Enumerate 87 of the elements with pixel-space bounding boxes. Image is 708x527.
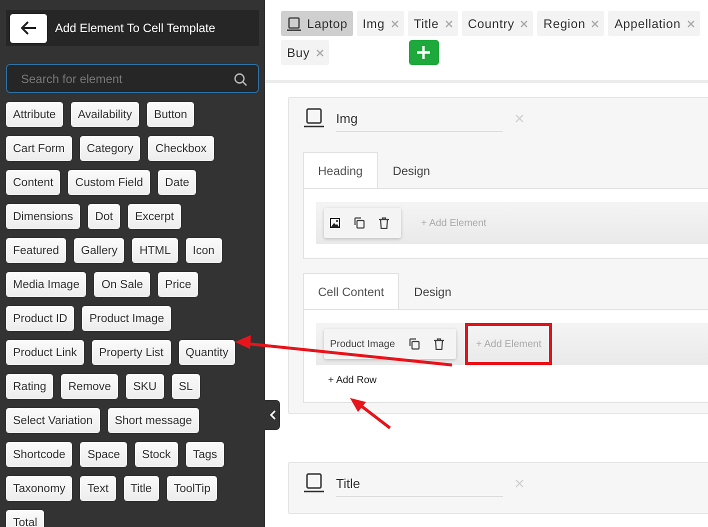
element-button[interactable]: Short message — [108, 408, 200, 433]
element-button[interactable]: Rating — [6, 374, 54, 399]
column-tab[interactable]: Buy — [281, 40, 329, 65]
section-tab[interactable]: Design — [399, 273, 466, 309]
tab-label: Laptop — [307, 16, 348, 30]
element-button[interactable]: Product ID — [6, 306, 74, 331]
laptop-icon — [287, 16, 301, 30]
tab-label: Country — [468, 16, 514, 30]
trash-icon[interactable] — [434, 338, 444, 350]
back-button[interactable] — [10, 14, 47, 42]
element-button[interactable]: Category — [80, 136, 140, 161]
element-button[interactable]: Taxonomy — [6, 476, 72, 501]
annotation-arrow — [350, 398, 391, 430]
element-button[interactable]: Shortcode — [6, 442, 72, 467]
element-button[interactable]: Media Image — [6, 272, 86, 297]
element-button[interactable]: Cart Form — [6, 136, 72, 161]
element-button[interactable]: Space — [80, 442, 128, 467]
column-tab[interactable]: Country — [462, 11, 534, 36]
close-icon[interactable] — [520, 20, 528, 28]
element-button[interactable]: Dimensions — [6, 204, 80, 229]
element-button[interactable]: Quantity — [178, 340, 236, 365]
section-tab[interactable]: Cell Content — [303, 273, 400, 309]
back-arrow-icon — [20, 21, 36, 35]
element-button[interactable]: Featured — [6, 238, 66, 263]
section-tab[interactable]: Design — [378, 152, 446, 188]
close-icon[interactable] — [591, 20, 600, 28]
element-button[interactable]: Excerpt — [128, 204, 181, 229]
element-button[interactable]: SKU — [126, 374, 164, 399]
element-button[interactable]: Icon — [186, 238, 222, 263]
column-name-field[interactable]: Title — [336, 470, 503, 496]
chevron-left-icon — [270, 410, 276, 420]
add-column-button[interactable] — [408, 40, 439, 65]
search-field[interactable]: Search for element — [6, 64, 259, 93]
column-name-field[interactable]: Img — [336, 104, 503, 132]
element-button[interactable]: Gallery — [74, 238, 124, 263]
element-item[interactable]: Product Image — [324, 329, 456, 359]
element-button[interactable]: Select Variation — [6, 408, 100, 433]
column-tab[interactable]: Title — [408, 11, 458, 36]
trash-icon[interactable] — [379, 217, 389, 229]
element-button[interactable]: Remove — [61, 374, 118, 399]
element-button[interactable]: Button — [146, 102, 194, 127]
element-button[interactable]: Price — [158, 272, 198, 297]
element-button[interactable]: Tags — [186, 442, 224, 467]
close-icon[interactable] — [390, 20, 399, 28]
column-tab[interactable]: Img — [356, 11, 404, 36]
element-button[interactable]: Checkbox — [148, 136, 214, 161]
add-row-link[interactable]: + Add Row — [328, 375, 377, 386]
element-item[interactable] — [324, 208, 401, 238]
tab-label: Title — [414, 16, 439, 30]
image-icon — [330, 218, 340, 228]
element-button[interactable]: Availability — [70, 102, 139, 127]
element-button[interactable]: Date — [158, 170, 196, 195]
plus-icon — [417, 46, 430, 59]
copy-icon[interactable] — [354, 217, 365, 229]
copy-icon[interactable] — [409, 338, 420, 350]
search-icon — [234, 73, 247, 86]
element-button[interactable]: Total — [6, 510, 44, 527]
tab-label: Region — [543, 16, 586, 30]
element-label: Product Image — [330, 338, 396, 350]
element-button[interactable]: Product Link — [6, 340, 84, 365]
element-button[interactable]: On Sale — [94, 272, 150, 297]
laptop-icon — [304, 108, 324, 128]
element-button[interactable]: Dot — [88, 204, 120, 229]
collapse-button[interactable] — [265, 400, 280, 430]
laptop-icon — [304, 473, 324, 493]
element-button[interactable]: ToolTip — [166, 476, 218, 501]
element-button[interactable]: Property List — [92, 340, 170, 365]
column-tab[interactable]: Region — [537, 11, 604, 36]
element-button[interactable]: Text — [80, 476, 116, 501]
tab-label: Img — [362, 16, 385, 30]
element-button[interactable]: HTML — [132, 238, 178, 263]
column-tab[interactable]: Appellation — [608, 11, 700, 36]
element-button[interactable]: Product Image — [82, 306, 172, 331]
section-tab[interactable]: Heading — [303, 152, 378, 188]
element-button[interactable]: Custom Field — [68, 170, 150, 195]
column-tab[interactable]: Laptop — [281, 11, 353, 36]
panel-title: Add Element To Cell Template — [55, 21, 216, 35]
element-button[interactable]: SL — [172, 374, 200, 399]
tab-label: Appellation — [614, 16, 681, 30]
close-icon[interactable] — [316, 48, 324, 56]
element-button[interactable]: Stock — [135, 442, 178, 467]
close-icon[interactable] — [444, 20, 453, 28]
element-button[interactable]: Content — [6, 170, 60, 195]
element-button[interactable]: Attribute — [6, 102, 63, 127]
element-button[interactable]: Title — [124, 476, 159, 501]
tab-label: Buy — [287, 46, 310, 60]
close-icon[interactable] — [686, 20, 695, 28]
